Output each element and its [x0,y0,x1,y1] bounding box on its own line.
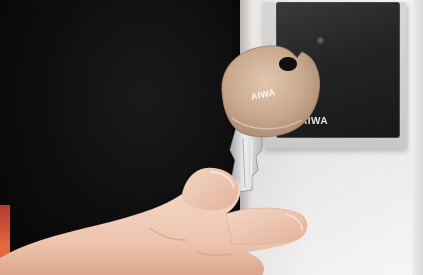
key-hole [279,57,297,71]
photo-scene: AIWA AIWA [0,0,423,275]
hand-holding-key [0,45,320,275]
hand [0,167,308,275]
